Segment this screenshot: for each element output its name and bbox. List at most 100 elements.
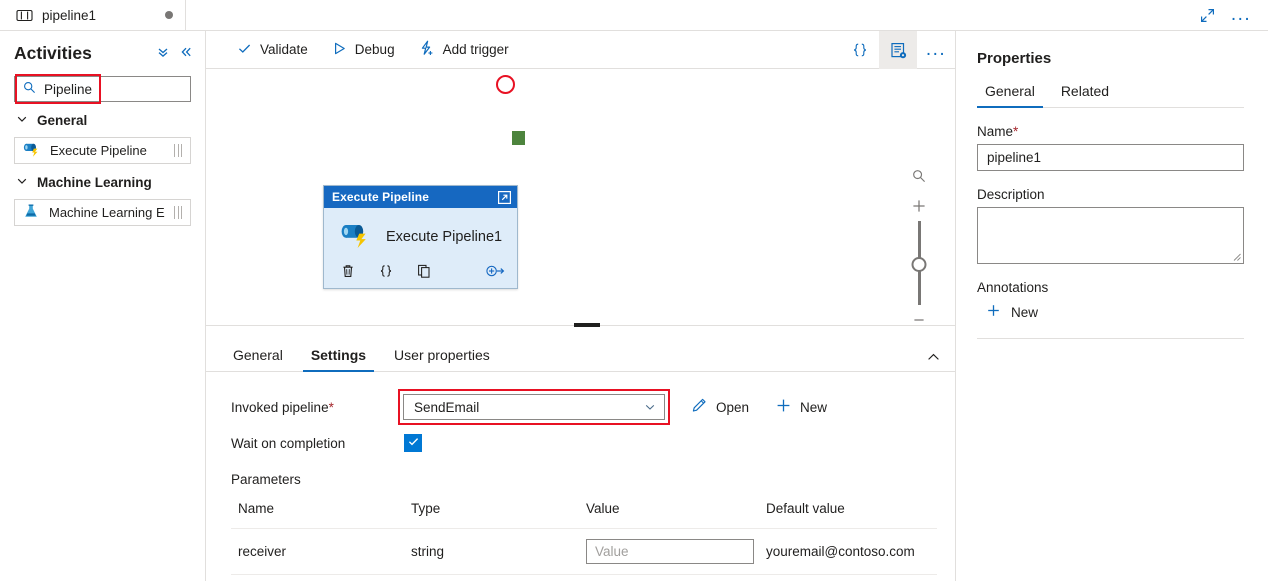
parameters-header-row: Name Type Value Default value xyxy=(231,497,937,529)
code-braces-icon[interactable] xyxy=(378,263,394,279)
properties-panel: Properties General Related Name* pipelin… xyxy=(957,31,1268,581)
double-chevron-left-icon[interactable] xyxy=(179,45,193,62)
document-tabstrip: pipeline1 ... xyxy=(0,0,1268,31)
pencil-icon xyxy=(691,397,708,417)
tab-properties-related[interactable]: Related xyxy=(1053,83,1117,107)
zoom-slider-track[interactable] xyxy=(911,221,927,305)
add-trigger-button[interactable]: Add trigger xyxy=(407,34,521,66)
chevron-down-icon xyxy=(644,401,656,413)
parameter-default-value: youremail@contoso.com xyxy=(766,528,937,575)
invoked-pipeline-row: Invoked pipeline* SendEmail Open New xyxy=(231,389,941,425)
canvas-zoom-controls xyxy=(903,161,935,325)
tabstrip-actions: ... xyxy=(1192,2,1268,28)
debug-label: Debug xyxy=(354,42,395,57)
parameters-title: Parameters xyxy=(231,472,301,487)
node-body: Execute Pipeline1 xyxy=(324,208,517,263)
ellipsis-icon: ... xyxy=(925,39,947,60)
node-output-port[interactable] xyxy=(512,131,525,145)
checkmark-icon xyxy=(407,435,420,451)
tab-properties-general[interactable]: General xyxy=(977,83,1043,108)
column-header-type: Type xyxy=(411,501,441,516)
resize-handle-icon[interactable] xyxy=(1232,252,1241,261)
copy-icon[interactable] xyxy=(416,263,432,279)
execute-pipeline-icon xyxy=(22,141,41,161)
document-tab-pipeline1[interactable]: pipeline1 xyxy=(0,0,186,31)
activities-search-wrap: Pipeline xyxy=(14,74,191,104)
column-header-default-value: Default value xyxy=(766,501,845,516)
checkmark-icon xyxy=(237,41,252,59)
parameter-value-placeholder: Value xyxy=(595,544,629,559)
zoom-out-button[interactable] xyxy=(903,305,935,325)
expand-diagonal-icon[interactable] xyxy=(1192,2,1222,28)
search-input[interactable]: Pipeline xyxy=(14,76,191,102)
parameters-table: Name Type Value Default value receiver s… xyxy=(231,497,937,575)
new-pipeline-button[interactable]: New xyxy=(775,397,827,417)
activities-title: Activities xyxy=(14,43,92,63)
debug-button[interactable]: Debug xyxy=(320,34,407,66)
wait-on-completion-checkbox[interactable] xyxy=(404,434,422,452)
description-field[interactable] xyxy=(977,207,1244,264)
tab-settings[interactable]: Settings xyxy=(302,347,375,372)
activity-group-label: General xyxy=(37,113,88,128)
activity-node-execute-pipeline[interactable]: Execute Pipeline Execute Pipeline1 xyxy=(323,185,518,289)
lightning-plus-icon xyxy=(419,40,435,59)
command-bar-more-button[interactable]: ... xyxy=(917,31,955,69)
tabstrip-more-button[interactable]: ... xyxy=(1226,2,1256,28)
main-area: Validate Debug Add trigger ... Execute P… xyxy=(206,31,956,581)
add-annotation-button[interactable]: New xyxy=(986,303,1244,321)
invoked-pipeline-select-wrap: SendEmail xyxy=(398,389,670,425)
chevron-up-icon[interactable] xyxy=(926,350,941,371)
required-marker: * xyxy=(1013,124,1019,139)
properties-list-icon[interactable] xyxy=(879,31,917,69)
wait-on-completion-label: Wait on completion xyxy=(231,435,346,451)
invoked-pipeline-label-text: Invoked pipeline xyxy=(231,399,329,415)
double-chevron-down-icon[interactable] xyxy=(156,45,170,62)
tab-user-properties[interactable]: User properties xyxy=(386,347,498,371)
name-field[interactable]: pipeline1 xyxy=(977,144,1244,171)
pipeline-canvas[interactable]: Execute Pipeline Execute Pipeline1 xyxy=(206,69,955,325)
settings-form: Invoked pipeline* SendEmail Open New Wai… xyxy=(206,372,955,575)
machine-learning-icon xyxy=(22,203,40,223)
activity-group-general[interactable]: General xyxy=(0,102,205,137)
name-field-value: pipeline1 xyxy=(987,150,1042,165)
play-triangle-icon xyxy=(332,41,347,59)
activity-group-machine-learning[interactable]: Machine Learning xyxy=(0,164,205,199)
parameter-value-cell: Value xyxy=(586,528,766,575)
zoom-slider-handle[interactable] xyxy=(911,257,927,272)
zoom-to-fit-icon[interactable] xyxy=(903,161,935,191)
activity-item-execute-pipeline[interactable]: Execute Pipeline xyxy=(14,137,191,164)
chevron-down-icon xyxy=(16,175,28,190)
splitter-grip[interactable] xyxy=(574,323,600,327)
new-button-label: New xyxy=(800,399,828,415)
execute-pipeline-icon xyxy=(338,220,372,253)
node-highlight-circle xyxy=(496,75,515,94)
add-output-icon[interactable] xyxy=(485,263,505,279)
properties-tabs: General Related xyxy=(977,83,1244,108)
drag-handle-icon[interactable] xyxy=(174,144,186,157)
open-in-new-icon[interactable] xyxy=(497,190,512,205)
minus-icon xyxy=(914,319,924,321)
open-pipeline-button[interactable]: Open xyxy=(691,397,749,417)
validate-button[interactable]: Validate xyxy=(225,34,320,66)
invoked-pipeline-select[interactable]: SendEmail xyxy=(403,394,665,420)
drag-handle-icon[interactable] xyxy=(174,206,186,219)
code-braces-icon[interactable] xyxy=(841,31,879,69)
activities-header: Activities xyxy=(0,31,205,74)
panel-divider xyxy=(977,338,1244,339)
table-row: receiver string Value youremail@contoso.… xyxy=(231,528,937,575)
delete-icon[interactable] xyxy=(340,263,356,279)
name-field-label-text: Name xyxy=(977,124,1014,139)
add-annotation-label: New xyxy=(1011,304,1039,320)
invoked-pipeline-value: SendEmail xyxy=(414,399,480,415)
panel-splitter[interactable] xyxy=(206,323,955,333)
invoked-pipeline-label: Invoked pipeline* xyxy=(231,400,403,415)
activity-item-label: Machine Learning Exe... xyxy=(49,205,165,220)
add-trigger-label: Add trigger xyxy=(442,42,509,57)
activity-item-machine-learning-execute[interactable]: Machine Learning Exe... xyxy=(14,199,191,226)
open-button-label: Open xyxy=(716,399,750,415)
parameter-type: string xyxy=(411,528,586,575)
tab-general[interactable]: General xyxy=(225,347,291,371)
parameter-value-input[interactable]: Value xyxy=(586,539,754,564)
zoom-in-button[interactable] xyxy=(903,191,935,221)
column-header-name: Name xyxy=(238,501,275,516)
